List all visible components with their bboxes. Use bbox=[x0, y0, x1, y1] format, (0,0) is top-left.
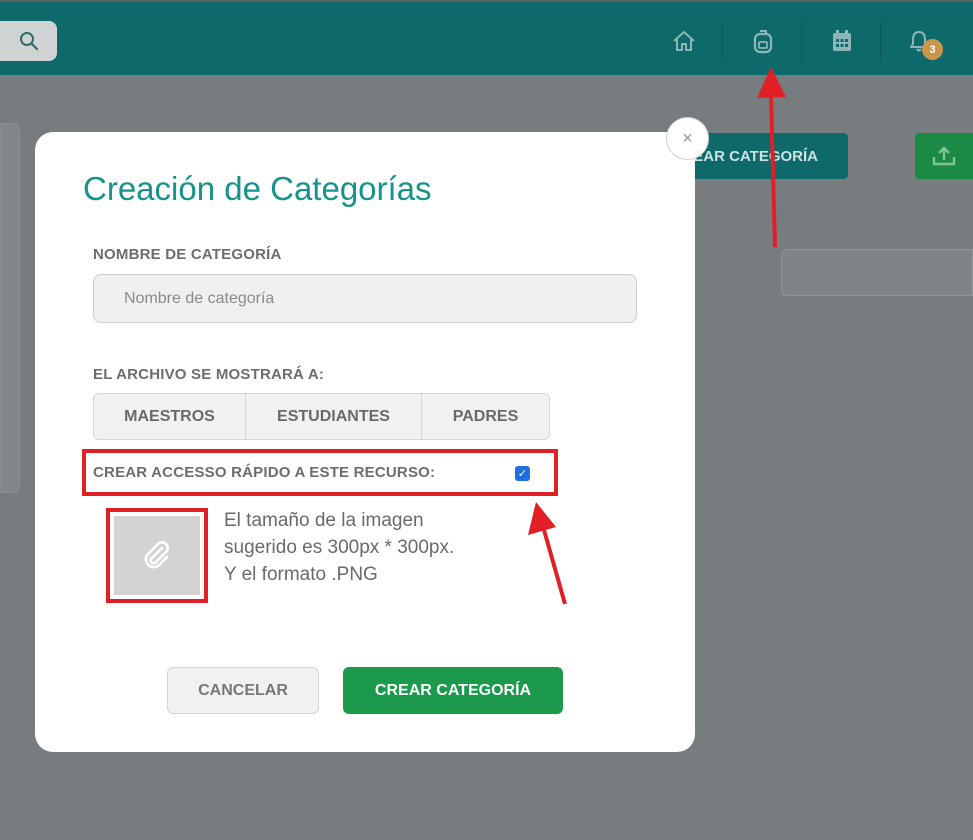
image-hint-line: Y el formato .PNG bbox=[224, 564, 378, 585]
top-bar: 3 bbox=[0, 0, 973, 75]
category-name-label: NOMBRE DE CATEGORÍA bbox=[93, 246, 282, 263]
notification-badge: 3 bbox=[922, 39, 943, 60]
nav-divider bbox=[801, 22, 802, 60]
audience-option-parents[interactable]: PADRES bbox=[422, 394, 549, 439]
upload-icon bbox=[932, 146, 956, 166]
audience-option-students[interactable]: ESTUDIANTES bbox=[246, 394, 422, 439]
home-button[interactable] bbox=[669, 26, 699, 56]
backpack-icon bbox=[753, 30, 773, 54]
image-hint: El tamaño de la imagen sugerido es 300px… bbox=[224, 507, 454, 588]
close-icon: × bbox=[682, 128, 693, 148]
home-icon bbox=[673, 31, 695, 51]
highlight-box-shortcut bbox=[82, 449, 558, 496]
calendar-icon bbox=[833, 30, 851, 51]
create-category-button[interactable]: CREAR CATEGORÍA bbox=[343, 667, 563, 714]
backpack-button[interactable] bbox=[748, 26, 778, 56]
calendar-button[interactable] bbox=[827, 26, 857, 56]
nav-divider bbox=[722, 22, 723, 60]
image-hint-line: El tamaño de la imagen bbox=[224, 510, 424, 531]
search-icon bbox=[19, 32, 38, 51]
nav-divider bbox=[880, 22, 881, 60]
modal-title: Creación de Categorías bbox=[83, 170, 432, 207]
close-modal-button[interactable]: × bbox=[666, 117, 709, 160]
category-name-input[interactable] bbox=[93, 274, 637, 323]
audience-label: EL ARCHIVO SE MOSTRARÁ A: bbox=[93, 366, 325, 383]
cancel-button[interactable]: CANCELAR bbox=[167, 667, 319, 714]
search-button[interactable] bbox=[0, 21, 57, 61]
background-panel bbox=[0, 123, 20, 493]
background-input bbox=[781, 249, 973, 296]
highlight-box-image bbox=[106, 508, 208, 603]
image-hint-line: sugerido es 300px * 300px. bbox=[224, 537, 455, 558]
background-upload-button bbox=[915, 133, 973, 179]
create-category-modal: Creación de Categorías NOMBRE DE CATEGOR… bbox=[35, 132, 695, 752]
audience-option-teachers[interactable]: MAESTROS bbox=[94, 394, 246, 439]
audience-selector: MAESTROS ESTUDIANTES PADRES bbox=[93, 393, 550, 440]
